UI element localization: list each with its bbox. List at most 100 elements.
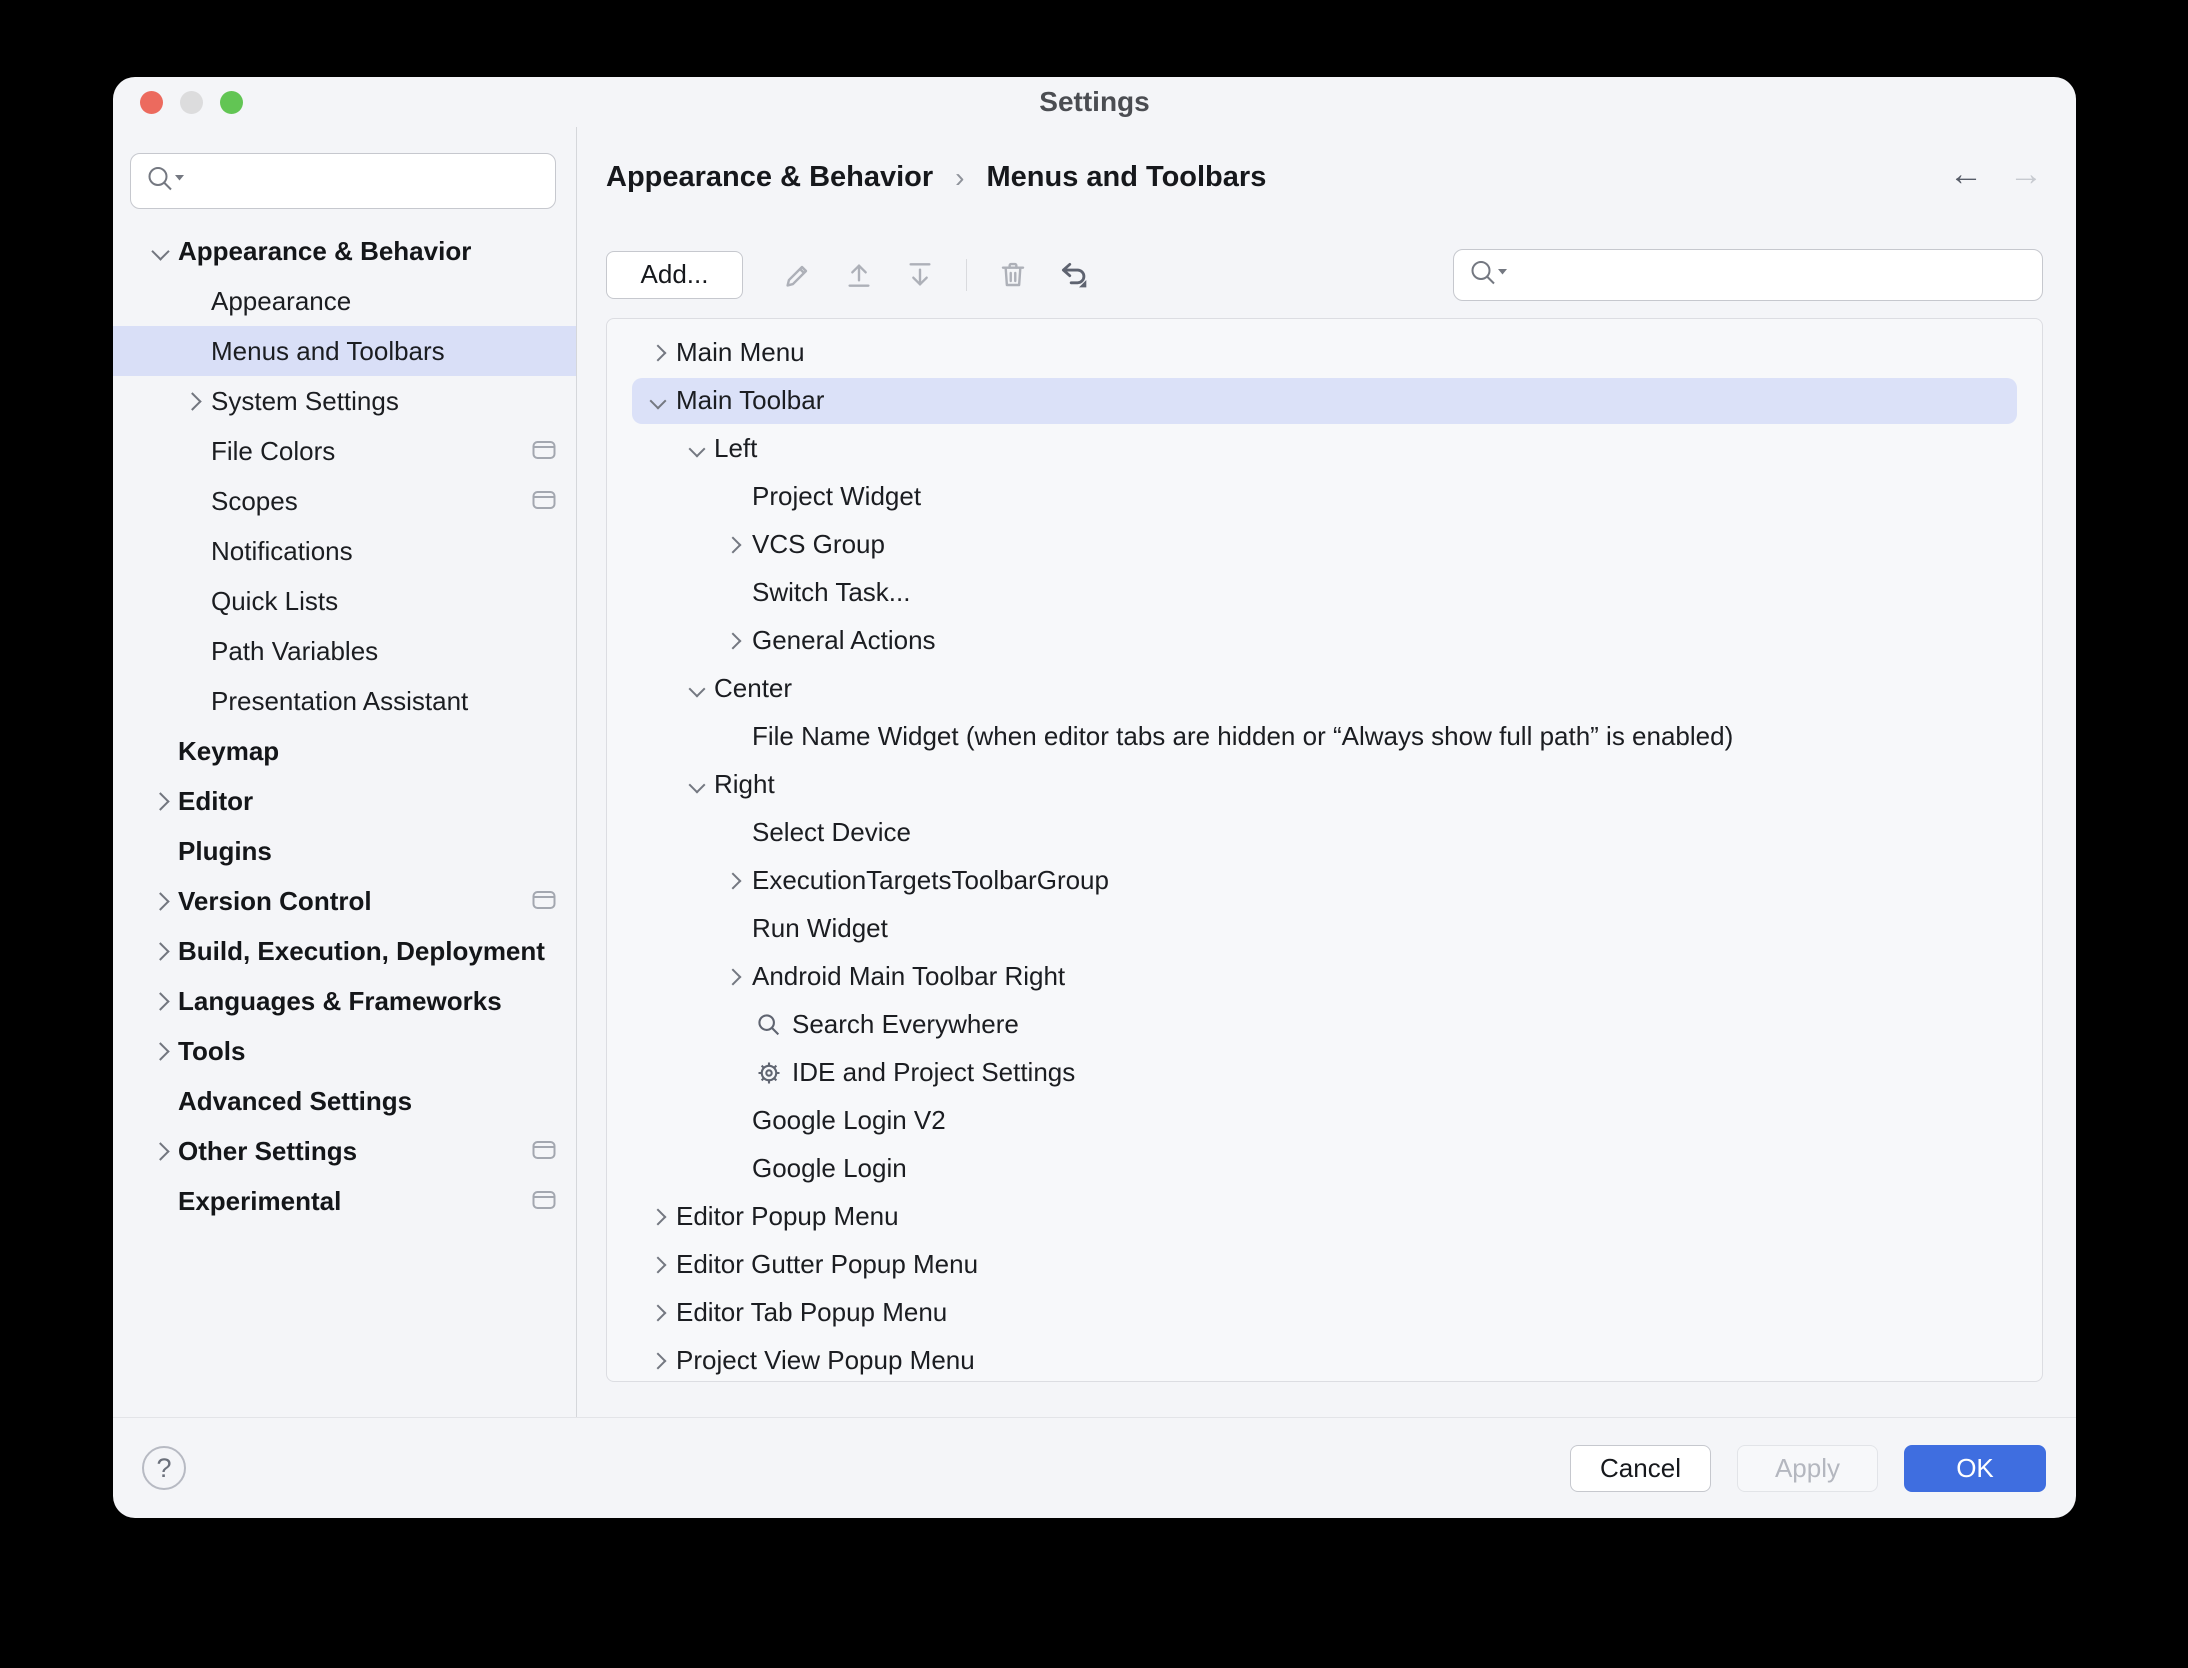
chevron-down-icon[interactable] [151, 242, 169, 260]
tree-row-search-everywhere[interactable]: Search Everywhere [607, 1001, 2042, 1049]
sidebar-item-presentation-assistant[interactable]: Presentation Assistant [113, 676, 576, 726]
tree-row-vcs-group[interactable]: VCS Group [607, 521, 2042, 569]
chevron-down-icon[interactable] [689, 680, 706, 697]
add-button[interactable]: Add... [606, 251, 743, 299]
sidebar-search-field[interactable] [130, 153, 556, 209]
tree-row-google-login-v2[interactable]: Google Login V2 [607, 1097, 2042, 1145]
chevron-right-icon[interactable] [183, 392, 201, 410]
tree-row-file-name-widget[interactable]: File Name Widget (when editor tabs are h… [607, 713, 2042, 761]
tree-row-main-menu[interactable]: Main Menu [607, 329, 2042, 377]
move-up-icon[interactable] [842, 258, 876, 292]
tree-search-input[interactable] [1516, 254, 2032, 296]
sidebar-item-label: Languages & Frameworks [178, 986, 502, 1017]
window-title: Settings [1039, 86, 1149, 118]
project-level-icon [532, 436, 556, 467]
gear-icon [755, 1059, 783, 1087]
sidebar-item-appearance-behavior[interactable]: Appearance & Behavior [113, 226, 576, 276]
close-button[interactable] [140, 91, 163, 114]
sidebar-item-plugins[interactable]: Plugins [113, 826, 576, 876]
move-down-icon[interactable] [903, 258, 937, 292]
chevron-right-icon[interactable] [725, 536, 742, 553]
chevron-right-icon[interactable] [151, 1042, 169, 1060]
chevron-down-icon[interactable] [650, 392, 667, 409]
sidebar-item-label: Keymap [178, 736, 279, 767]
cancel-button[interactable]: Cancel [1570, 1445, 1711, 1492]
sidebar-item-appearance[interactable]: Appearance [113, 276, 576, 326]
help-button[interactable]: ? [142, 1446, 186, 1490]
tree-row-editor-gutter-popup-menu[interactable]: Editor Gutter Popup Menu [607, 1241, 2042, 1289]
chevron-right-icon[interactable] [725, 872, 742, 889]
project-level-icon [532, 1136, 556, 1167]
tree-search-field[interactable] [1453, 249, 2043, 301]
sidebar-item-scopes[interactable]: Scopes [113, 476, 576, 526]
tree-row-run-widget[interactable]: Run Widget [607, 905, 2042, 953]
apply-button[interactable]: Apply [1737, 1445, 1878, 1492]
sidebar-item-version-control[interactable]: Version Control [113, 876, 576, 926]
minimize-button[interactable] [180, 91, 203, 114]
sidebar-item-system-settings[interactable]: System Settings [113, 376, 576, 426]
tree-row-right[interactable]: Right [607, 761, 2042, 809]
chevron-right-icon[interactable] [725, 968, 742, 985]
tree-row-center[interactable]: Center [607, 665, 2042, 713]
back-arrow-icon[interactable]: ← [1949, 157, 1983, 191]
sidebar-item-quick-lists[interactable]: Quick Lists [113, 576, 576, 626]
delete-trash-icon[interactable] [996, 258, 1030, 292]
chevron-right-icon[interactable] [151, 942, 169, 960]
tree-row-project-widget[interactable]: Project Widget [607, 473, 2042, 521]
sidebar-item-experimental[interactable]: Experimental [113, 1176, 576, 1226]
chevron-right-icon[interactable] [650, 1352, 667, 1369]
sidebar-item-notifications[interactable]: Notifications [113, 526, 576, 576]
title-bar: Settings [113, 77, 2076, 127]
tree-row-project-view-popup-menu[interactable]: Project View Popup Menu [607, 1337, 2042, 1382]
sidebar-item-label: Version Control [178, 886, 372, 917]
tree-row-editor-tab-popup-menu[interactable]: Editor Tab Popup Menu [607, 1289, 2042, 1337]
sidebar-item-languages-frameworks[interactable]: Languages & Frameworks [113, 976, 576, 1026]
tree-row-main-toolbar[interactable]: Main Toolbar [607, 377, 2042, 425]
sidebar-item-label: Editor [178, 786, 253, 817]
chevron-right-icon[interactable] [725, 632, 742, 649]
sidebar-item-label: System Settings [211, 386, 399, 417]
sidebar-item-build-execution-deployment[interactable]: Build, Execution, Deployment [113, 926, 576, 976]
tree-row-select-device[interactable]: Select Device [607, 809, 2042, 857]
edit-pencil-icon[interactable] [781, 258, 815, 292]
chevron-right-icon[interactable] [650, 1208, 667, 1225]
ok-button[interactable]: OK [1904, 1445, 2046, 1492]
tree-row-switch-task[interactable]: Switch Task... [607, 569, 2042, 617]
breadcrumb-parent[interactable]: Appearance & Behavior [606, 161, 933, 194]
chevron-down-icon[interactable] [689, 776, 706, 793]
tree-row-editor-popup-menu[interactable]: Editor Popup Menu [607, 1193, 2042, 1241]
zoom-button[interactable] [220, 91, 243, 114]
sidebar-item-label: Quick Lists [211, 586, 338, 617]
breadcrumb-separator: › [955, 162, 964, 194]
forward-arrow-icon[interactable]: → [2009, 157, 2043, 191]
sidebar-item-menus-and-toolbars[interactable]: Menus and Toolbars [113, 326, 576, 376]
tree-row-ide-and-project-settings[interactable]: IDE and Project Settings [607, 1049, 2042, 1097]
sidebar-item-tools[interactable]: Tools [113, 1026, 576, 1076]
dialog-footer: ? Cancel Apply OK [113, 1417, 2076, 1518]
chevron-right-icon[interactable] [151, 792, 169, 810]
chevron-right-icon[interactable] [650, 1304, 667, 1321]
sidebar-item-other-settings[interactable]: Other Settings [113, 1126, 576, 1176]
chevron-right-icon[interactable] [151, 992, 169, 1010]
chevron-right-icon[interactable] [151, 1142, 169, 1160]
sidebar-item-advanced-settings[interactable]: Advanced Settings [113, 1076, 576, 1126]
project-level-icon [532, 1186, 556, 1217]
chevron-down-icon[interactable] [689, 440, 706, 457]
tree-row-execution-targets-toolbar-group[interactable]: ExecutionTargetsToolbarGroup [607, 857, 2042, 905]
tree-row-google-login[interactable]: Google Login [607, 1145, 2042, 1193]
sidebar-item-file-colors[interactable]: File Colors [113, 426, 576, 476]
revert-undo-icon[interactable] [1057, 258, 1091, 292]
tree-row-left[interactable]: Left [607, 425, 2042, 473]
sidebar-item-path-variables[interactable]: Path Variables [113, 626, 576, 676]
chevron-right-icon[interactable] [650, 344, 667, 361]
chevron-right-icon[interactable] [650, 1256, 667, 1273]
sidebar-item-label: Plugins [178, 836, 272, 867]
sidebar-item-editor[interactable]: Editor [113, 776, 576, 826]
sidebar-search-input[interactable] [193, 158, 545, 204]
sidebar-item-keymap[interactable]: Keymap [113, 726, 576, 776]
main-pane: Appearance & Behavior › Menus and Toolba… [577, 127, 2076, 1417]
tree-row-general-actions[interactable]: General Actions [607, 617, 2042, 665]
chevron-right-icon[interactable] [151, 892, 169, 910]
tree-row-android-main-toolbar-right[interactable]: Android Main Toolbar Right [607, 953, 2042, 1001]
tree-toolbar: Add... [606, 251, 2043, 299]
